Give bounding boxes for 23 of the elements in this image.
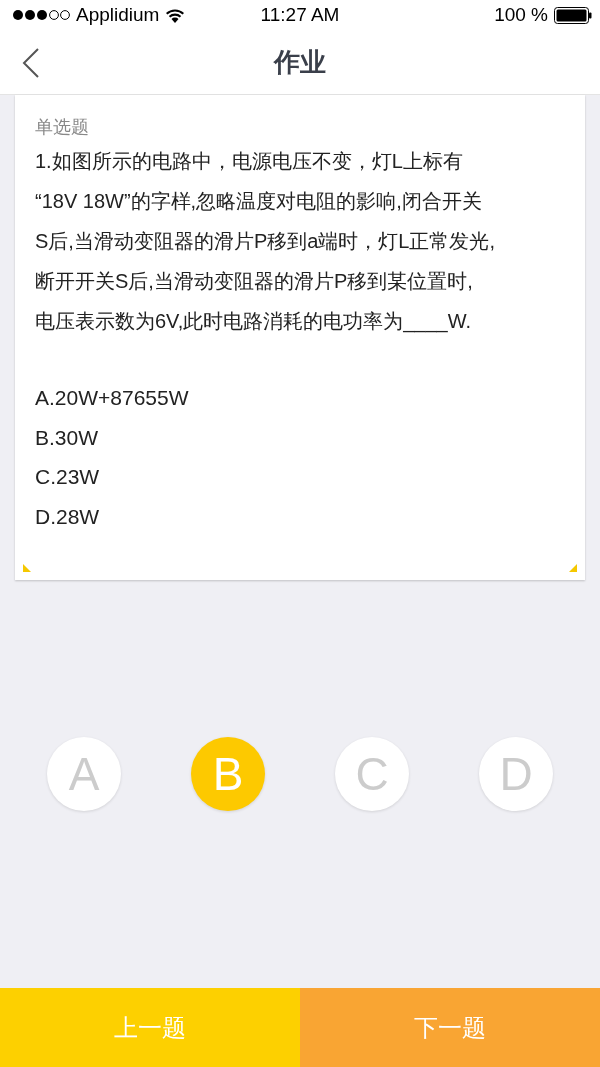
previous-question-button[interactable]: 上一题 (0, 988, 300, 1067)
question-text-line: S后,当滑动变阻器的滑片P移到a端时，灯L正常发光, (35, 229, 497, 254)
question-text-line: “18V 18W”的字样,忽略温度对电阻的影响,闭合开关 (35, 189, 483, 214)
carrier-name: Applidium (76, 4, 160, 26)
battery-icon (554, 6, 592, 24)
corner-mark-icon (569, 564, 577, 572)
battery-percent: 100 % (494, 4, 548, 26)
question-text-line: 电压表示数为6V,此时电路消耗的电功率为____W. (35, 309, 472, 335)
next-question-button[interactable]: 下一题 (300, 988, 600, 1067)
page-title: 作业 (274, 45, 326, 79)
wifi-icon (165, 7, 186, 23)
answer-choice-button[interactable]: B (191, 737, 265, 811)
corner-mark-icon (23, 564, 31, 572)
option-text: B.30W (35, 424, 100, 451)
signal-icon (12, 9, 70, 21)
back-icon[interactable] (22, 48, 40, 78)
question-text-line: 1.如图所示的电路中，电源电压不变，灯L上标有 (35, 149, 464, 174)
status-time: 11:27 AM (260, 4, 340, 26)
option-text: D.28W (35, 503, 101, 530)
question-text-line: 断开开关S后,当滑动变阻器的滑片P移到某位置时, (35, 269, 474, 294)
option-text: A.20W+87655W (35, 385, 190, 411)
question-type: 单选题 (35, 116, 90, 139)
option-text: C.23W (35, 464, 101, 490)
